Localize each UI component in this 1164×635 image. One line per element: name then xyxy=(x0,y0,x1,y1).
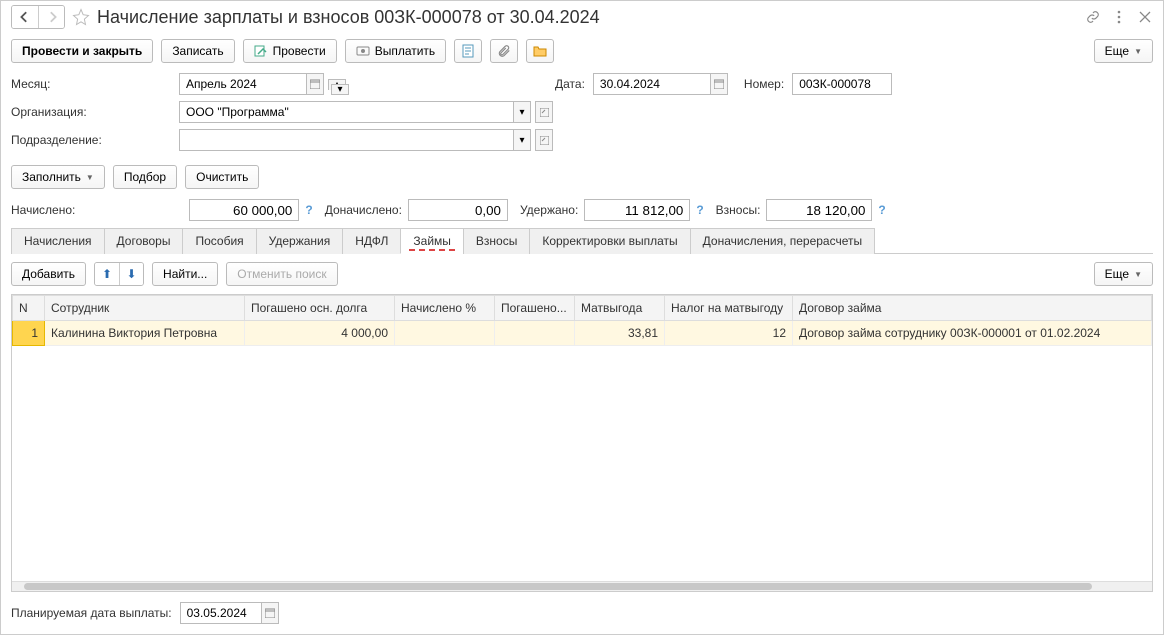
addl-field[interactable] xyxy=(408,199,508,221)
plan-date-field[interactable] xyxy=(180,602,262,624)
cell-tax: 12 xyxy=(665,321,793,346)
save-button[interactable]: Записать xyxy=(161,39,234,63)
help-icon[interactable]: ? xyxy=(696,203,703,217)
col-interest[interactable]: Начислено % xyxy=(395,296,495,321)
star-icon[interactable] xyxy=(71,7,91,27)
date-cal-icon[interactable] xyxy=(710,73,728,95)
month-cal-icon[interactable] xyxy=(306,73,324,95)
dept-field[interactable] xyxy=(179,129,514,151)
col-contract[interactable]: Договор займа xyxy=(793,296,1152,321)
pay-icon xyxy=(356,44,370,58)
col-repaid2[interactable]: Погашено... xyxy=(495,296,575,321)
find-button[interactable]: Найти... xyxy=(152,262,218,286)
move-up-button[interactable]: ⬆ xyxy=(95,263,119,285)
dept-label: Подразделение: xyxy=(11,133,171,147)
move-down-button[interactable]: ⬇ xyxy=(119,263,143,285)
org-open-icon[interactable] xyxy=(535,101,553,123)
col-repaid[interactable]: Погашено осн. долга xyxy=(245,296,395,321)
pick-button[interactable]: Подбор xyxy=(113,165,177,189)
nav-buttons xyxy=(11,5,65,29)
clear-button[interactable]: Очистить xyxy=(185,165,259,189)
tab-corrections[interactable]: Корректировки выплаты xyxy=(529,228,690,254)
help-icon[interactable]: ? xyxy=(305,203,312,217)
plan-date-cal-icon[interactable] xyxy=(261,602,279,624)
cancel-find-button[interactable]: Отменить поиск xyxy=(226,262,337,286)
contrib-label: Взносы: xyxy=(716,203,761,217)
tab-contributions[interactable]: Взносы xyxy=(463,228,530,254)
col-employee[interactable]: Сотрудник xyxy=(45,296,245,321)
org-dropdown-icon[interactable]: ▾ xyxy=(513,101,531,123)
col-matbenefit[interactable]: Матвыгода xyxy=(575,296,665,321)
tab-contracts[interactable]: Договоры xyxy=(104,228,184,254)
folder-icon-button[interactable] xyxy=(526,39,554,63)
dept-dropdown-icon[interactable]: ▾ xyxy=(513,129,531,151)
addl-label: Доначислено: xyxy=(325,203,402,217)
date-field[interactable] xyxy=(593,73,711,95)
post-close-button[interactable]: Провести и закрыть xyxy=(11,39,153,63)
withheld-field[interactable] xyxy=(584,199,690,221)
cell-repaid2 xyxy=(495,321,575,346)
post-button[interactable]: Провести xyxy=(243,39,337,63)
tab-accruals[interactable]: Начисления xyxy=(11,228,105,254)
back-button[interactable] xyxy=(12,6,38,28)
month-label: Месяц: xyxy=(11,77,171,91)
tab-ndfl[interactable]: НДФЛ xyxy=(342,228,401,254)
tab-withholdings[interactable]: Удержания xyxy=(256,228,344,254)
plan-date-label: Планируемая дата выплаты: xyxy=(11,606,172,620)
help-icon[interactable]: ? xyxy=(878,203,885,217)
pay-button[interactable]: Выплатить xyxy=(345,39,447,63)
tabs: Начисления Договоры Пособия Удержания НД… xyxy=(11,227,1153,254)
move-buttons: ⬆ ⬇ xyxy=(94,262,144,286)
date-label: Дата: xyxy=(555,77,585,91)
attach-icon-button[interactable] xyxy=(490,39,518,63)
month-down-icon[interactable]: ▾ xyxy=(331,84,349,95)
cell-employee: Калинина Виктория Петровна xyxy=(45,321,245,346)
report-icon-button[interactable] xyxy=(454,39,482,63)
withheld-label: Удержано: xyxy=(520,203,578,217)
chevron-down-icon: ▼ xyxy=(1134,47,1142,56)
chevron-down-icon: ▼ xyxy=(1134,270,1142,279)
tab-loans[interactable]: Займы xyxy=(400,228,464,254)
contrib-field[interactable] xyxy=(766,199,872,221)
forward-button[interactable] xyxy=(38,6,64,28)
table-row[interactable]: 1 Калинина Виктория Петровна 4 000,00 33… xyxy=(13,321,1152,346)
post-icon xyxy=(254,44,268,58)
h-scrollbar[interactable] xyxy=(12,581,1152,591)
accrued-field[interactable] xyxy=(189,199,299,221)
tab-benefits[interactable]: Пособия xyxy=(182,228,256,254)
fill-button[interactable]: Заполнить▼ xyxy=(11,165,105,189)
more-button[interactable]: Еще▼ xyxy=(1094,39,1153,63)
link-icon[interactable] xyxy=(1085,9,1101,25)
org-field[interactable] xyxy=(179,101,514,123)
close-icon[interactable] xyxy=(1137,9,1153,25)
org-label: Организация: xyxy=(11,105,171,119)
col-tax[interactable]: Налог на матвыгоду xyxy=(665,296,793,321)
chevron-down-icon: ▼ xyxy=(86,173,94,182)
tab-recalc[interactable]: Доначисления, перерасчеты xyxy=(690,228,875,254)
cell-interest xyxy=(395,321,495,346)
cell-matbenefit: 33,81 xyxy=(575,321,665,346)
number-field[interactable] xyxy=(792,73,892,95)
cell-contract: Договор займа сотруднику 00ЗК-000001 от … xyxy=(793,321,1152,346)
month-field[interactable] xyxy=(179,73,307,95)
cell-n: 1 xyxy=(13,321,45,346)
dept-open-icon[interactable] xyxy=(535,129,553,151)
add-button[interactable]: Добавить xyxy=(11,262,86,286)
sub-more-button[interactable]: Еще▼ xyxy=(1094,262,1153,286)
number-label: Номер: xyxy=(744,77,784,91)
page-title: Начисление зарплаты и взносов 00ЗК-00007… xyxy=(97,7,1079,28)
kebab-icon[interactable] xyxy=(1111,9,1127,25)
cell-repaid: 4 000,00 xyxy=(245,321,395,346)
accrued-label: Начислено: xyxy=(11,203,75,217)
col-n[interactable]: N xyxy=(13,296,45,321)
